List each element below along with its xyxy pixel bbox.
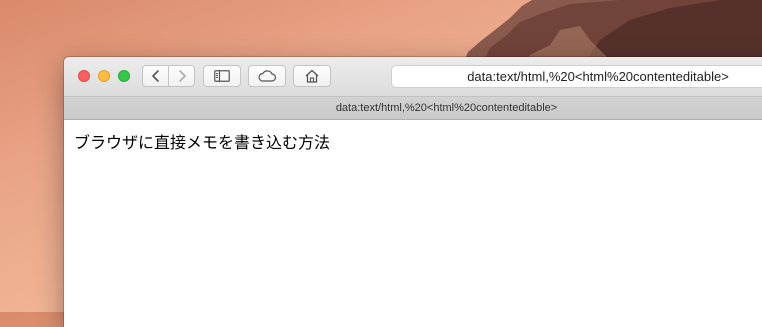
address-bar[interactable]: data:text/html,%20<html%20contenteditabl… [391, 65, 762, 88]
sidebar-icon [214, 70, 230, 82]
back-button[interactable] [143, 66, 168, 86]
toolbar: data:text/html,%20<html%20contenteditabl… [64, 57, 762, 97]
browser-window: data:text/html,%20<html%20contenteditabl… [64, 57, 762, 327]
tab-title-bar[interactable]: data:text/html,%20<html%20contenteditabl… [64, 97, 762, 120]
back-forward-group [142, 65, 195, 87]
maximize-window-button[interactable] [118, 70, 130, 82]
back-icon [151, 70, 159, 82]
close-window-button[interactable] [78, 70, 90, 82]
minimize-window-button[interactable] [98, 70, 110, 82]
sidebar-button[interactable] [203, 65, 241, 87]
forward-button[interactable] [168, 66, 194, 86]
cloud-icon [258, 70, 277, 82]
home-icon [305, 69, 319, 83]
icloud-tabs-button[interactable] [248, 65, 286, 87]
editable-page-content[interactable]: ブラウザに直接メモを書き込む方法 [64, 120, 762, 162]
home-button[interactable] [293, 65, 331, 87]
forward-icon [178, 70, 186, 82]
